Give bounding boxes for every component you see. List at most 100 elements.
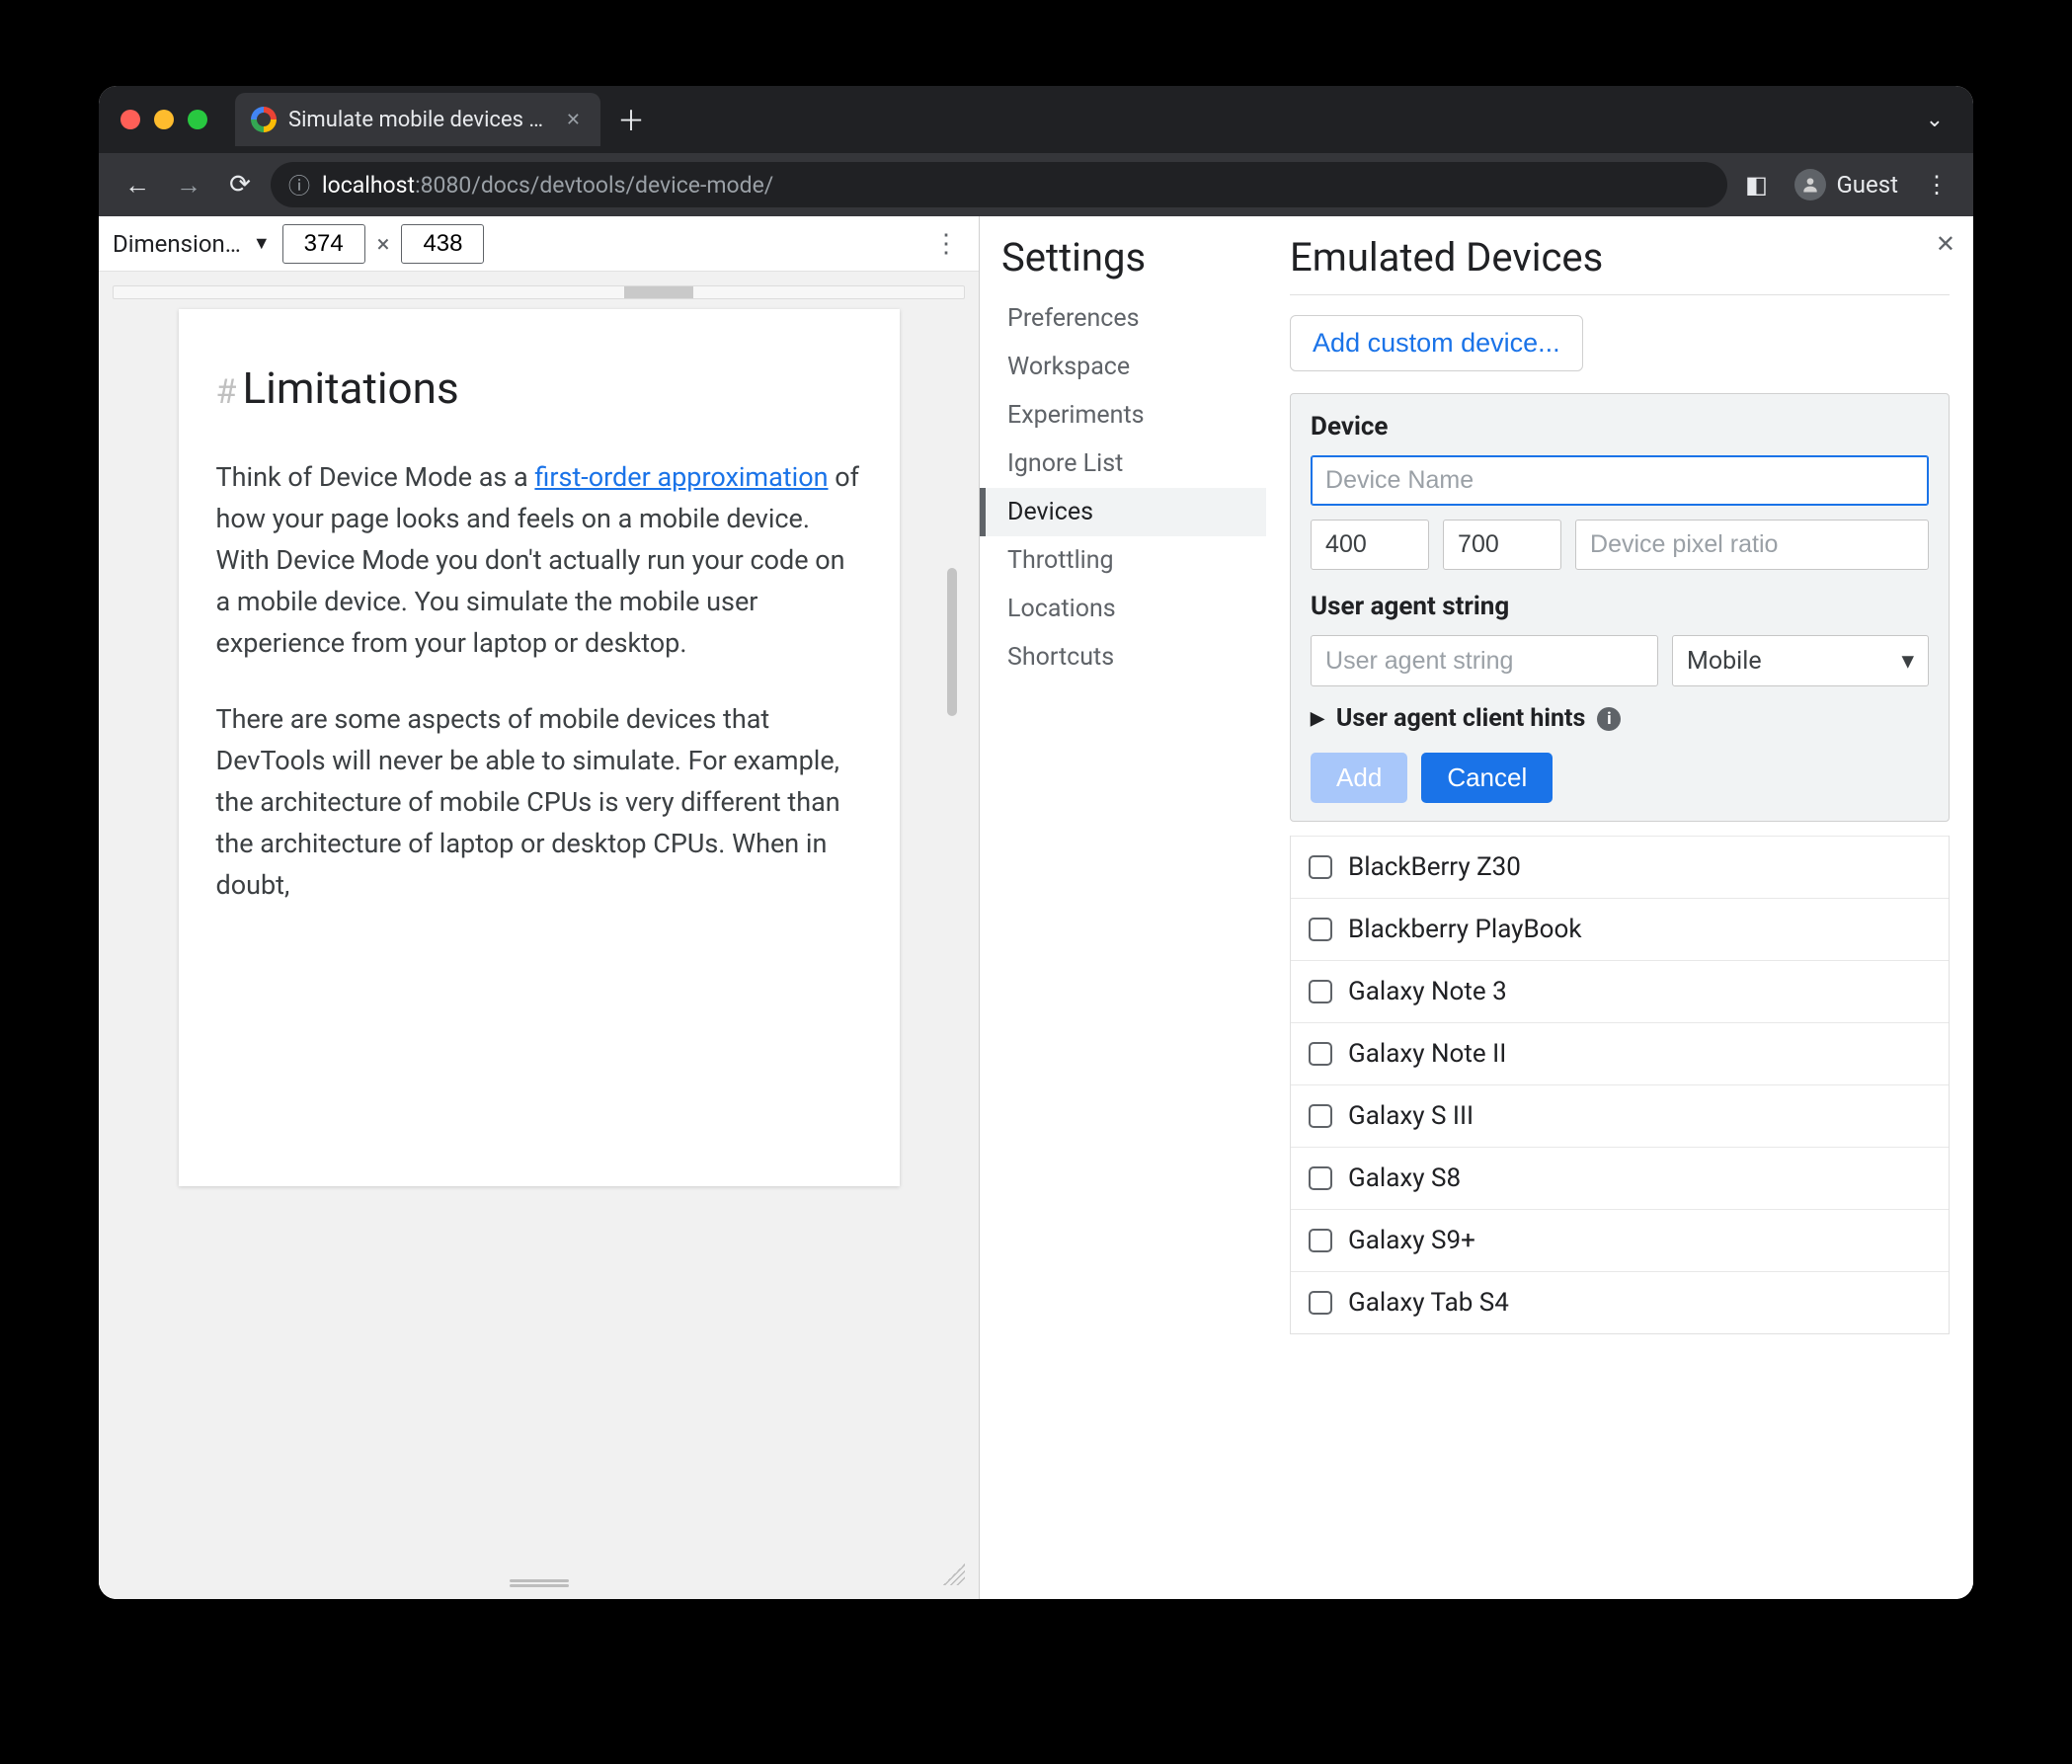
close-window-button[interactable] bbox=[120, 110, 140, 129]
url-text: localhost:8080/docs/devtools/device-mode… bbox=[322, 172, 773, 199]
profile-button[interactable]: Guest bbox=[1785, 165, 1908, 204]
device-mode-menu-icon[interactable]: ⋮ bbox=[927, 229, 965, 259]
scrollbar-thumb[interactable] bbox=[947, 568, 957, 716]
settings-nav-ignore-list[interactable]: Ignore List bbox=[980, 440, 1266, 488]
anchor-hash-icon[interactable]: # bbox=[216, 372, 237, 412]
device-row-label: Galaxy S III bbox=[1348, 1101, 1474, 1131]
checkbox[interactable] bbox=[1309, 1291, 1332, 1315]
article-paragraph: There are some aspects of mobile devices… bbox=[216, 699, 862, 906]
device-dimensions-bar: Dimension… ▼ × ⋮ bbox=[99, 216, 979, 272]
device-row[interactable]: Blackberry PlayBook bbox=[1291, 898, 1949, 960]
resize-handle-bottom[interactable] bbox=[510, 1577, 569, 1587]
new-tab-button[interactable]: ＋ bbox=[614, 103, 648, 136]
checkbox[interactable] bbox=[1309, 1166, 1332, 1190]
close-tab-icon[interactable]: ✕ bbox=[562, 106, 585, 134]
article-paragraph: Think of Device Mode as a first-order ap… bbox=[216, 457, 862, 664]
device-row-label: Galaxy S8 bbox=[1348, 1163, 1461, 1193]
settings-nav-shortcuts[interactable]: Shortcuts bbox=[980, 633, 1266, 682]
checkbox[interactable] bbox=[1309, 1229, 1332, 1252]
cancel-button[interactable]: Cancel bbox=[1421, 753, 1553, 803]
info-icon[interactable]: i bbox=[1597, 707, 1621, 731]
forward-button[interactable]: → bbox=[168, 164, 209, 205]
window-controls bbox=[120, 110, 207, 129]
resize-handle-corner[interactable] bbox=[943, 1564, 965, 1585]
first-order-approx-link[interactable]: first-order approximation bbox=[534, 461, 828, 493]
viewport-height-input[interactable] bbox=[401, 224, 484, 264]
custom-device-form: Device User agent string Mobile bbox=[1290, 393, 1950, 822]
chrome-favicon-icon bbox=[251, 107, 277, 132]
device-row-label: Blackberry PlayBook bbox=[1348, 915, 1581, 944]
device-row[interactable]: Galaxy Note II bbox=[1291, 1022, 1949, 1084]
device-name-input[interactable] bbox=[1311, 455, 1929, 506]
viewport-width-input[interactable] bbox=[282, 224, 365, 264]
device-mode-pane: Dimension… ▼ × ⋮ #Limitations Think of D… bbox=[99, 216, 980, 1599]
user-agent-type-select[interactable]: Mobile ▾ bbox=[1672, 635, 1929, 686]
dimension-separator: × bbox=[377, 230, 390, 258]
emulated-devices-title: Emulated Devices bbox=[1290, 234, 1950, 295]
settings-nav-devices[interactable]: Devices bbox=[980, 488, 1266, 536]
device-row[interactable]: Galaxy S III bbox=[1291, 1084, 1949, 1147]
expand-tabs-icon[interactable]: ⌄ bbox=[1918, 100, 1952, 140]
device-row-label: Galaxy Tab S4 bbox=[1348, 1288, 1509, 1318]
reload-button[interactable]: ⟳ bbox=[219, 164, 261, 205]
user-agent-string-input[interactable] bbox=[1311, 635, 1658, 686]
device-row[interactable]: Galaxy Tab S4 bbox=[1291, 1271, 1949, 1333]
device-row-label: BlackBerry Z30 bbox=[1348, 852, 1521, 882]
page-content[interactable]: #Limitations Think of Device Mode as a f… bbox=[179, 309, 900, 1186]
device-row[interactable]: BlackBerry Z30 bbox=[1291, 836, 1949, 898]
checkbox[interactable] bbox=[1309, 980, 1332, 1003]
settings-nav-experiments[interactable]: Experiments bbox=[980, 391, 1266, 440]
emulated-viewport: #Limitations Think of Device Mode as a f… bbox=[99, 272, 979, 1599]
device-row[interactable]: Galaxy Note 3 bbox=[1291, 960, 1949, 1022]
add-device-confirm-button[interactable]: Add bbox=[1311, 753, 1407, 803]
settings-nav-locations[interactable]: Locations bbox=[980, 585, 1266, 633]
device-row[interactable]: Galaxy S8 bbox=[1291, 1147, 1949, 1209]
content-area: Dimension… ▼ × ⋮ #Limitations Think of D… bbox=[99, 216, 1973, 1599]
browser-menu-icon[interactable]: ⋮ bbox=[1918, 166, 1955, 203]
device-list: BlackBerry Z30 Blackberry PlayBook Galaxy … bbox=[1290, 836, 1950, 1334]
settings-main: Emulated Devices Add custom device... De… bbox=[1266, 216, 1973, 1599]
checkbox[interactable] bbox=[1309, 855, 1332, 879]
settings-sidebar: Settings PreferencesWorkspaceExperiments… bbox=[980, 216, 1266, 1599]
device-row-label: Galaxy S9+ bbox=[1348, 1226, 1475, 1255]
settings-nav-workspace[interactable]: Workspace bbox=[980, 343, 1266, 391]
close-settings-icon[interactable]: ✕ bbox=[1936, 230, 1955, 258]
device-width-input[interactable] bbox=[1311, 520, 1429, 570]
device-row[interactable]: Galaxy S9+ bbox=[1291, 1209, 1949, 1271]
ua-client-hints-label: User agent client hints bbox=[1336, 704, 1585, 733]
device-section-label: Device bbox=[1311, 412, 1929, 441]
settings-title: Settings bbox=[980, 234, 1266, 294]
chevron-down-icon: ▾ bbox=[1901, 646, 1914, 676]
device-row-label: Galaxy Note 3 bbox=[1348, 977, 1507, 1006]
article-heading: #Limitations bbox=[216, 355, 862, 422]
settings-nav-throttling[interactable]: Throttling bbox=[980, 536, 1266, 585]
minimize-window-button[interactable] bbox=[154, 110, 174, 129]
ua-type-value: Mobile bbox=[1687, 647, 1762, 676]
avatar-icon bbox=[1794, 169, 1826, 200]
browser-toolbar: ← → ⟳ ⓘ localhost:8080/docs/devtools/dev… bbox=[99, 153, 1973, 216]
dimensions-label[interactable]: Dimension… bbox=[113, 230, 241, 258]
ua-client-hints-toggle[interactable]: ▶ User agent client hints i bbox=[1311, 704, 1929, 733]
profile-label: Guest bbox=[1836, 171, 1898, 199]
device-pixel-ratio-input[interactable] bbox=[1575, 520, 1929, 570]
browser-tab[interactable]: Simulate mobile devices with D ✕ bbox=[235, 93, 600, 146]
maximize-window-button[interactable] bbox=[188, 110, 207, 129]
checkbox[interactable] bbox=[1309, 1104, 1332, 1128]
tab-strip: Simulate mobile devices with D ✕ ＋ ⌄ bbox=[99, 86, 1973, 153]
back-button[interactable]: ← bbox=[117, 164, 158, 205]
devtools-settings-panel: ✕ Settings PreferencesWorkspaceExperimen… bbox=[980, 216, 1973, 1599]
dimensions-dropdown-icon[interactable]: ▼ bbox=[253, 233, 271, 254]
width-ruler[interactable] bbox=[113, 285, 965, 299]
add-custom-device-button[interactable]: Add custom device... bbox=[1290, 315, 1583, 371]
device-row-label: Galaxy Note II bbox=[1348, 1039, 1506, 1069]
disclosure-triangle-icon: ▶ bbox=[1311, 708, 1324, 729]
address-bar[interactable]: ⓘ localhost:8080/docs/devtools/device-mo… bbox=[271, 162, 1727, 207]
site-info-icon[interactable]: ⓘ bbox=[288, 169, 310, 200]
checkbox[interactable] bbox=[1309, 1042, 1332, 1066]
tab-title: Simulate mobile devices with D bbox=[288, 108, 550, 132]
checkbox[interactable] bbox=[1309, 918, 1332, 941]
device-height-input[interactable] bbox=[1443, 520, 1561, 570]
browser-window: Simulate mobile devices with D ✕ ＋ ⌄ ← →… bbox=[99, 86, 1973, 1599]
devtools-dock-icon[interactable]: ◧ bbox=[1737, 166, 1775, 203]
settings-nav-preferences[interactable]: Preferences bbox=[980, 294, 1266, 343]
